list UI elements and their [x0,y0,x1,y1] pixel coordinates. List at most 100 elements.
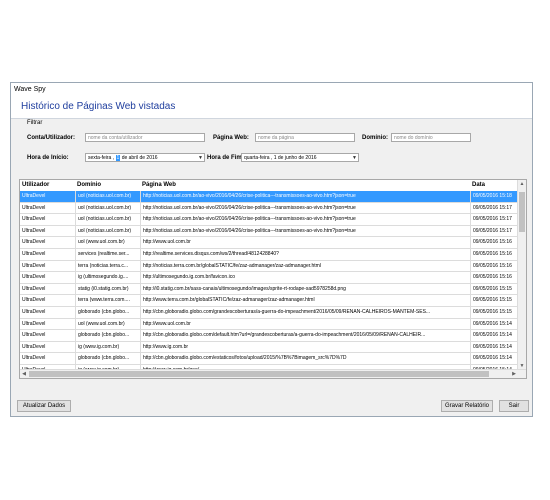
history-table: Utilizador Domínio Página Web Data Ultra… [19,179,527,379]
cell-user: UltraDevel [22,308,46,315]
cell-date: 09/05/2016 15:14 [470,353,518,364]
cell-user: UltraDevel [22,250,46,257]
table-row[interactable]: UltraDevel terra (noticias.terra.c... http… [20,260,518,273]
cell-page: http://cbn.globoradio.globo.com/default.… [140,330,470,341]
table-row[interactable]: UltraDevel terra (www.terra.com.... http:/… [20,295,518,307]
cell-date: 09/05/2016 15:15 [470,295,518,306]
cell-page: http://noticias.uol.com.br/ao-vivo/2016/… [140,225,470,237]
cell-page: http://www.uol.com.br [140,237,470,248]
page-input[interactable]: nome da página [255,133,355,142]
table-row[interactable]: UltraDevel uol (noticias.uol.com.br) http:… [20,225,518,238]
table-row[interactable]: UltraDevel services (realtime.ser... http:… [20,248,518,261]
table-row[interactable]: UltraDevel uol (www.uol.com.br) http://www… [20,318,518,331]
cell-date: 09/05/2016 15:16 [470,237,518,248]
cell-page: http://cbn.globoradio.globo.com/estatico… [140,353,470,364]
refresh-data-button[interactable]: Atualizar Dados [17,400,71,412]
cell-date: 09/05/2016 15:14 [470,318,518,330]
start-day[interactable]: 1 [115,155,121,161]
column-header-domain[interactable]: Domínio [75,180,142,191]
cell-user: UltraDevel [22,297,46,304]
cell-user: UltraDevel [22,216,46,223]
filter-legend: Filtrar [25,120,45,126]
cell-date: 09/05/2016 15:15 [470,283,518,295]
cell-page: http://www.uol.com.br [140,318,470,330]
start-date-picker[interactable]: sexta-feira , 1 de abril de 2016 ▼ [85,153,205,162]
cell-domain: statig (i0.statig.com.br) [75,283,140,295]
cell-user: UltraDevel [22,193,46,199]
end-date-picker[interactable]: quarta-feira , 1 de junho de 2016 ▼ [241,153,359,162]
page-label: Página Web: [213,135,249,141]
chevron-down-icon[interactable]: ▼ [198,154,203,161]
cell-date: 09/05/2016 15:16 [470,248,518,260]
cell-domain: globorado (cbn.globo... [75,306,140,318]
start-date-rest: de abril de 2016 [121,155,158,161]
vertical-scrollbar[interactable]: ▲ ▼ [517,180,526,370]
cell-user: UltraDevel [22,262,46,269]
table-row[interactable]: UltraDevel uol (noticias.uol.com.br) http:… [20,214,518,226]
cell-domain: uol (noticias.uol.com.br) [75,225,140,237]
user-input[interactable]: nome da conta/utilizador [85,133,205,142]
table-row[interactable]: UltraDevel uol (www.uol.com.br) http://www… [20,237,518,249]
exit-button[interactable]: Sair [499,400,529,412]
window-titlebar: Wave Spy [11,83,532,96]
cell-user: UltraDevel [22,285,46,292]
scroll-left-icon[interactable]: ◀ [20,370,28,378]
save-report-button[interactable]: Gravar Relatório [441,400,493,412]
cell-date: 09/05/2016 15:18 [470,191,518,202]
end-date-value: quarta-feira , 1 de junho de 2016 [244,155,317,161]
cell-domain: uol (noticias.uol.com.br) [75,202,140,214]
start-weekday: sexta-feira , [88,155,115,161]
table-row[interactable]: UltraDevel globorado (cbn.globo... http://… [20,330,518,342]
app-window: Wave Spy Histórico de Páginas Web vistad… [10,82,533,417]
cell-domain: uol (www.uol.com.br) [75,318,140,330]
table-row[interactable]: UltraDevel globorado (cbn.globo... http://… [20,353,518,365]
page-title: Histórico de Páginas Web vistadas [21,101,176,112]
cell-page: http://i0.statig.com.br/sass-canais/ulti… [140,283,470,295]
cell-page: http://noticias.uol.com.br/ao-vivo/2016/… [140,214,470,225]
cell-date: 09/05/2016 15:16 [470,272,518,283]
window-title: Wave Spy [14,86,46,93]
column-header-date[interactable]: Data [470,180,522,191]
cell-date: 09/05/2016 15:17 [470,214,518,225]
column-header-page[interactable]: Página Web [140,180,472,191]
cell-page: http://noticias.terra.com.br/globalSTATI… [140,260,470,272]
cell-domain: services (realtime.ser... [75,248,140,260]
scroll-right-icon[interactable]: ▶ [510,370,518,378]
cell-user: UltraDevel [22,355,46,362]
horizontal-scrollbar[interactable]: ◀ ▶ [20,369,526,378]
cell-page: http://noticias.uol.com.br/ao-vivo/2016/… [140,202,470,214]
end-time-label: Hora de Fim: [207,155,244,161]
cell-page: http://cbn.globoradio.globo.com/grandesc… [140,306,470,318]
column-header-user[interactable]: Utilizador [20,180,77,191]
chevron-down-icon[interactable]: ▼ [352,154,357,161]
table-row[interactable]: UltraDevel uol (noticias.uol.com.br) http:… [20,202,518,215]
cell-user: UltraDevel [22,274,46,281]
cell-domain: uol (www.uol.com.br) [75,237,140,248]
cell-user: UltraDevel [22,227,46,234]
cell-date: 09/05/2016 15:15 [470,306,518,318]
page-header: Histórico de Páginas Web vistadas [11,96,532,119]
cell-page: http://realtime.services.disqus.com/ws/2… [140,248,470,260]
table-row[interactable]: UltraDevel globorado (cbn.globo... http://… [20,306,518,319]
domain-label: Domínio: [362,135,388,141]
cell-domain: terra (noticias.terra.c... [75,260,140,272]
scrollbar-thumb[interactable] [519,192,525,232]
cell-domain: ig (www.ig.com.br) [75,341,140,353]
cell-page: http://www.terra.com.br/globalSTATIC/fe/… [140,295,470,306]
cell-domain: terra (www.terra.com.... [75,295,140,306]
cell-date: 09/05/2016 15:17 [470,225,518,237]
cell-user: UltraDevel [22,320,46,327]
table-row[interactable]: UltraDevel statig (i0.statig.com.br) http:… [20,283,518,296]
cell-date: 09/05/2016 15:14 [470,341,518,353]
cell-date: 09/05/2016 15:16 [470,260,518,272]
table-row[interactable]: UltraDevel ig (ultimosegundo.ig.... http:/… [20,272,518,284]
cell-page: http://noticias.uol.com.br/ao-vivo/2016/… [140,191,470,202]
user-label: Conta/Utilizador: [27,135,75,141]
cell-domain: globorado (cbn.globo... [75,353,140,364]
table-row[interactable]: UltraDevel uol (noticias.uol.com.br) http:… [20,191,518,203]
scroll-up-icon[interactable]: ▲ [518,180,526,188]
table-body: UltraDevel uol (noticias.uol.com.br) http:… [20,191,518,370]
domain-input[interactable]: nome do domínio [391,133,471,142]
table-row[interactable]: UltraDevel ig (www.ig.com.br)http://www.i… [20,341,518,354]
scrollbar-thumb[interactable] [29,371,489,377]
